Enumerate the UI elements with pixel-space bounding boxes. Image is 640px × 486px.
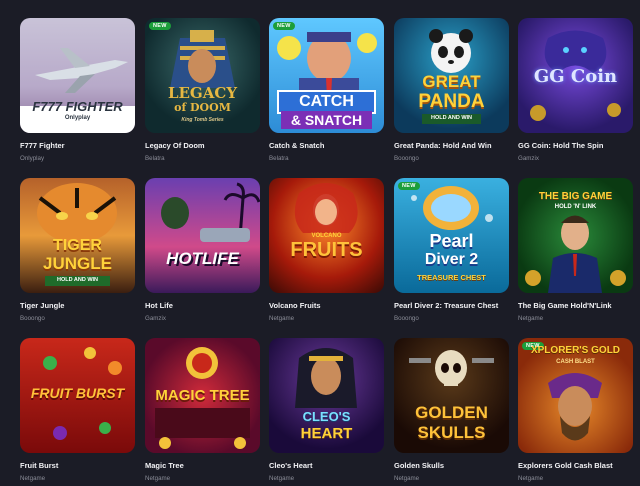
game-provider: Netgame xyxy=(20,475,46,482)
game-name[interactable]: The Big Game Hold'N'Link xyxy=(518,301,633,310)
game-name[interactable]: Volcano Fruits xyxy=(269,301,384,310)
game-thumbnail[interactable]: GOLDEN SKULLS xyxy=(394,338,509,453)
game-art-title: THE BIG GAME xyxy=(538,191,613,202)
game-art-title-2: JUNGLE xyxy=(43,254,112,273)
game-thumbnail[interactable]: THE BIG GAME HOLD 'N' LINK xyxy=(518,178,633,293)
game-card[interactable]: TIGER JUNGLE HOLD AND WIN Tiger Jungle B… xyxy=(20,178,135,322)
game-thumbnail[interactable]: FRUIT BURST xyxy=(20,338,135,453)
game-provider: Gamzix xyxy=(518,155,539,162)
game-name[interactable]: Tiger Jungle xyxy=(20,301,135,310)
game-card[interactable]: HOTLIFE Hot Life Gamzix xyxy=(145,178,260,322)
game-provider: Netgame xyxy=(269,315,295,322)
game-art-title-2: & SNATCH xyxy=(281,111,372,129)
game-provider: Netgame xyxy=(518,475,544,482)
game-provider: Booongo xyxy=(394,155,419,162)
game-card[interactable]: NEW Pearl Diver 2 TREASURE CHEST Pearl D… xyxy=(394,178,509,322)
game-card[interactable]: NEW CATCH & SNATCH Catch & Snatch Belatr… xyxy=(269,18,384,162)
game-name[interactable]: Great Panda: Hold And Win xyxy=(394,141,509,150)
game-thumbnail[interactable]: NEW XPLORER'S GOLD CASH BLAST xyxy=(518,338,633,453)
new-badge: NEW xyxy=(149,22,171,30)
pharaoh-icon xyxy=(170,30,235,88)
game-provider: Gamzix xyxy=(145,315,166,322)
game-art-title: LEGACY xyxy=(167,84,238,102)
game-name[interactable]: Catch & Snatch xyxy=(269,141,384,150)
game-thumbnail[interactable]: TIGER JUNGLE HOLD AND WIN xyxy=(20,178,135,293)
game-name[interactable]: Magic Tree xyxy=(145,461,260,470)
game-art-subtitle: Onlyplay xyxy=(64,115,91,121)
game-art-title-2: PANDA xyxy=(418,91,485,112)
game-thumbnail[interactable]: NEW Pearl Diver 2 TREASURE CHEST xyxy=(394,178,509,293)
game-thumbnail[interactable]: CLEO'S HEART xyxy=(269,338,384,453)
game-art-title-2: of DOOM xyxy=(174,101,231,114)
game-card[interactable]: GREAT PANDA HOLD AND WIN Great Panda: Ho… xyxy=(394,18,509,162)
games-grid: F777 FIGHTER Onlyplay F777 Fighter Onlyp… xyxy=(0,0,640,486)
game-name[interactable]: Hot Life xyxy=(145,301,260,310)
game-card[interactable]: GOLDEN SKULLS Golden Skulls Netgame xyxy=(394,338,509,482)
game-card[interactable]: FRUIT BURST Fruit Burst Netgame xyxy=(20,338,135,482)
game-provider: Netgame xyxy=(145,475,171,482)
game-card[interactable]: CLEO'S HEART Cleo's Heart Netgame xyxy=(269,338,384,482)
game-card[interactable]: NEW LEGACY of DOOM King Tomb Series Lega… xyxy=(145,18,260,162)
game-art-title: MAGIC TREE xyxy=(155,387,250,404)
game-card[interactable]: GG Coin GG Coin: Hold The Spin Gamzix xyxy=(518,18,633,162)
game-art-title: GG Coin xyxy=(533,66,618,87)
game-name[interactable]: Golden Skulls xyxy=(394,461,509,470)
game-card[interactable]: VOLCANO FRUITS Volcano Fruits Netgame xyxy=(269,178,384,322)
game-name[interactable]: Pearl Diver 2: Treasure Chest xyxy=(394,301,509,310)
game-name[interactable]: Cleo's Heart xyxy=(269,461,384,470)
game-provider: Belatra xyxy=(145,155,165,162)
game-art-subtitle: CASH BLAST xyxy=(556,359,595,365)
game-thumbnail[interactable]: VOLCANO FRUITS xyxy=(269,178,384,293)
game-name[interactable]: Legacy Of Doom xyxy=(145,141,260,150)
game-name[interactable]: Fruit Burst xyxy=(20,461,135,470)
game-name[interactable]: F777 Fighter xyxy=(20,141,135,150)
game-art-title: FRUIT BURST xyxy=(30,385,125,401)
game-thumbnail[interactable]: MAGIC TREE xyxy=(145,338,260,453)
game-art-subtitle: HOLD AND WIN xyxy=(45,276,110,286)
game-name[interactable]: Explorers Gold Cash Blast xyxy=(518,461,633,470)
game-art-title-2: HEART xyxy=(300,425,353,442)
game-name[interactable]: GG Coin: Hold The Spin xyxy=(518,141,633,150)
game-thumbnail[interactable]: NEW LEGACY of DOOM King Tomb Series xyxy=(145,18,260,133)
game-provider: Netgame xyxy=(394,475,420,482)
game-art-title: GOLDEN xyxy=(415,403,488,422)
game-art-subtitle: HOLD AND WIN xyxy=(422,114,481,124)
game-thumbnail[interactable]: NEW CATCH & SNATCH xyxy=(269,18,384,133)
game-provider: Netgame xyxy=(269,475,295,482)
game-thumbnail[interactable]: HOTLIFE xyxy=(145,178,260,293)
game-provider: Booongo xyxy=(394,315,419,322)
game-art-title-2: SKULLS xyxy=(417,423,486,442)
game-art-title: CLEO'S xyxy=(302,409,351,424)
game-card[interactable]: MAGIC TREE Magic Tree Netgame xyxy=(145,338,260,482)
game-provider: Netgame xyxy=(518,315,544,322)
game-provider: Belatra xyxy=(269,155,289,162)
game-art-title: F777 FIGHTER xyxy=(32,99,123,114)
game-art-title: XPLORER'S GOLD xyxy=(530,345,621,356)
game-art-subtitle: TREASURE CHEST xyxy=(417,273,486,282)
game-art-subtitle: HOLD 'N' LINK xyxy=(554,204,597,210)
game-art-title-2: Diver 2 xyxy=(424,251,479,268)
game-thumbnail[interactable]: F777 FIGHTER Onlyplay xyxy=(20,18,135,133)
game-card[interactable]: NEW XPLORER'S GOLD CASH BLAST Explorers … xyxy=(518,338,633,482)
game-art-title: TIGER xyxy=(53,237,102,254)
game-thumbnail[interactable]: GG Coin xyxy=(518,18,633,133)
game-art-subtitle: King Tomb Series xyxy=(181,117,224,123)
game-provider: Booongo xyxy=(20,315,45,322)
game-art-title: Pearl xyxy=(429,231,474,251)
new-badge: NEW xyxy=(273,22,295,30)
game-thumbnail[interactable]: GREAT PANDA HOLD AND WIN xyxy=(394,18,509,133)
new-badge: NEW xyxy=(398,182,420,190)
game-art-title: FRUITS xyxy=(290,239,363,261)
game-card[interactable]: F777 FIGHTER Onlyplay F777 Fighter Onlyp… xyxy=(20,18,135,162)
game-art-title: GREAT xyxy=(422,72,481,91)
palm-car-icon xyxy=(161,182,260,242)
game-card[interactable]: THE BIG GAME HOLD 'N' LINK The Big Game … xyxy=(518,178,633,322)
game-art-title: HOTLIFE xyxy=(166,249,239,268)
game-provider: Onlyplay xyxy=(20,155,45,162)
